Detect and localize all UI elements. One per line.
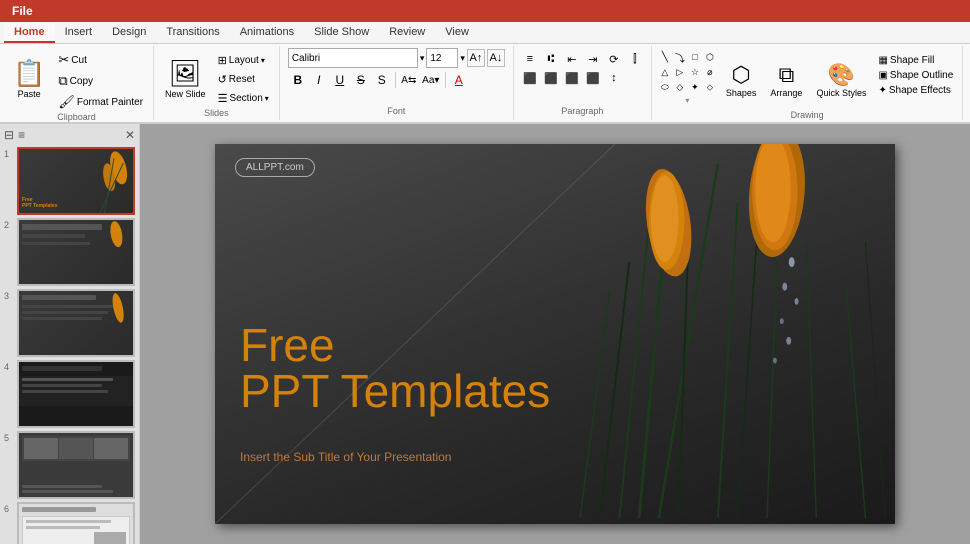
slide-thumb-6[interactable]: 6 (4, 502, 135, 544)
layout-button[interactable]: ⊞ Layout ▾ (214, 52, 273, 69)
clipboard-label: Clipboard (57, 112, 96, 124)
tab-slideshow[interactable]: Slide Show (304, 23, 379, 43)
paste-icon: 📋 (13, 58, 45, 89)
slide-thumb-1[interactable]: 1 FreePPT Templates (4, 147, 135, 215)
file-tab[interactable]: File (0, 0, 45, 22)
shape-item[interactable]: ☆ (688, 65, 702, 79)
shape-item[interactable]: △ (658, 65, 672, 79)
shape-effects-button[interactable]: ✦ Shape Effects (875, 84, 956, 97)
tab-view[interactable]: View (435, 23, 479, 43)
slide-thumb-3[interactable]: 3 (4, 289, 135, 357)
slide-title[interactable]: Free PPT Templates (240, 322, 550, 414)
layout-dropdown-icon: ▾ (261, 56, 265, 65)
increase-indent-button[interactable]: ⇥ (583, 50, 603, 68)
shape-item[interactable]: ╲ (658, 50, 672, 64)
slide-canvas[interactable]: ALLPPT.com Free PPT Templates Insert the… (215, 144, 895, 524)
slide-thumb-4[interactable]: 4 (4, 360, 135, 428)
line-spacing-button[interactable]: ↕ (604, 69, 624, 87)
align-right-button[interactable]: ⬛ (562, 69, 582, 87)
bold-button[interactable]: B (288, 70, 308, 90)
strikethrough-button[interactable]: S (351, 70, 371, 90)
reset-button[interactable]: ↺ Reset (214, 71, 273, 88)
cut-button[interactable]: ✂ Cut (54, 50, 147, 70)
font-name-dropdown-icon[interactable]: ▾ (420, 53, 425, 64)
format-painter-button[interactable]: 🖌 Format Painter (54, 92, 147, 112)
shape-item[interactable]: □ (688, 50, 702, 64)
shape-item[interactable]: ✦ (688, 80, 702, 94)
shape-effects-icon: ✦ (878, 85, 886, 96)
panel-outline-icon[interactable]: ≡ (18, 128, 25, 142)
font-color-button[interactable]: A (449, 70, 469, 90)
shape-fill-icon: ▦ (878, 55, 887, 66)
drawing-group-label: Drawing (791, 110, 824, 122)
layout-icon: ⊞ (218, 54, 227, 67)
quick-styles-icon: 🎨 (828, 62, 855, 88)
reset-icon: ↺ (218, 73, 227, 86)
section-button[interactable]: ☰ Section ▾ (214, 90, 273, 107)
slide-title-line1: Free (240, 322, 550, 368)
shape-fill-button[interactable]: ▦ Shape Fill (875, 54, 956, 67)
new-slide-button[interactable]: 🖼 New Slide (160, 48, 211, 108)
tab-review[interactable]: Review (379, 23, 435, 43)
cut-icon: ✂ (58, 52, 69, 68)
decrease-indent-button[interactable]: ⇤ (562, 50, 582, 68)
shape-item[interactable]: ⌀ (703, 65, 717, 79)
section-icon: ☰ (218, 92, 228, 105)
tab-transitions[interactable]: Transitions (156, 23, 229, 43)
underline-button[interactable]: U (330, 70, 350, 90)
numbering-button[interactable]: ⑆ (541, 50, 561, 68)
allppt-badge: ALLPPT.com (235, 158, 315, 177)
font-size-dropdown-icon[interactable]: ▾ (460, 53, 465, 64)
shape-outline-button[interactable]: ▣ Shape Outline (875, 69, 956, 82)
slide-thumb-2[interactable]: 2 (4, 218, 135, 286)
font-name-input[interactable] (288, 48, 418, 68)
shape-item[interactable]: ▷ (673, 65, 687, 79)
shapes-icon: ⬡ (732, 62, 751, 88)
new-slide-icon: 🖼 (169, 58, 202, 89)
section-dropdown-icon: ▾ (265, 94, 269, 103)
shape-item[interactable]: ◇ (673, 80, 687, 94)
format-painter-icon: 🖌 (58, 94, 75, 110)
panel-slides-icon[interactable]: ⊟ (4, 128, 14, 142)
slide-title-line2: PPT Templates (240, 368, 550, 414)
text-direction-button[interactable]: ⟳ (604, 50, 624, 68)
arrange-button[interactable]: ⧉ Arrange (765, 50, 807, 110)
justify-button[interactable]: ⬛ (583, 69, 603, 87)
columns-button[interactable]: ⫿ (625, 50, 645, 68)
arrange-icon: ⧉ (779, 62, 795, 88)
shape-item[interactable]: ⤵ (673, 50, 687, 64)
slide-subtitle[interactable]: Insert the Sub Title of Your Presentatio… (240, 450, 451, 464)
copy-icon: ⧉ (58, 73, 67, 89)
copy-button[interactable]: ⧉ Copy (54, 71, 147, 91)
slide-thumb-5[interactable]: 5 (4, 431, 135, 499)
font-size-input[interactable] (426, 48, 458, 68)
shape-item[interactable]: ⬦ (703, 80, 717, 94)
shapes-button[interactable]: ⬡ Shapes (721, 50, 762, 110)
align-center-button[interactable]: ⬛ (541, 69, 561, 87)
italic-button[interactable]: I (309, 70, 329, 90)
paragraph-group-label: Paragraph (561, 106, 603, 118)
tab-animations[interactable]: Animations (230, 23, 304, 43)
slides-group-label: Slides (204, 108, 229, 120)
shape-item[interactable]: ⬭ (658, 80, 672, 94)
align-left-button[interactable]: ⬛ (520, 69, 540, 87)
shadow-button[interactable]: S (372, 70, 392, 90)
increase-font-button[interactable]: A↑ (467, 49, 485, 67)
font-group-label: Font (387, 106, 405, 118)
change-case-button[interactable]: Aa▾ (420, 70, 442, 90)
shape-item[interactable]: ⬡ (703, 50, 717, 64)
tab-home[interactable]: Home (4, 23, 55, 43)
slide-flower-svg (521, 144, 895, 524)
quick-styles-button[interactable]: 🎨 Quick Styles (811, 50, 871, 110)
tab-design[interactable]: Design (102, 23, 156, 43)
paste-button[interactable]: 📋 Paste (6, 48, 52, 108)
slide-panel: ⊟ ≡ ✕ 1 FreePPT Templates 2 (0, 124, 140, 544)
decrease-font-button[interactable]: A↓ (487, 49, 505, 67)
canvas-area: ALLPPT.com Free PPT Templates Insert the… (140, 124, 970, 544)
char-spacing-button[interactable]: A⇆ (399, 70, 419, 90)
bullets-button[interactable]: ≡ (520, 50, 540, 68)
tab-insert[interactable]: Insert (55, 23, 103, 43)
close-panel-button[interactable]: ✕ (125, 128, 135, 142)
shape-outline-icon: ▣ (878, 70, 887, 81)
